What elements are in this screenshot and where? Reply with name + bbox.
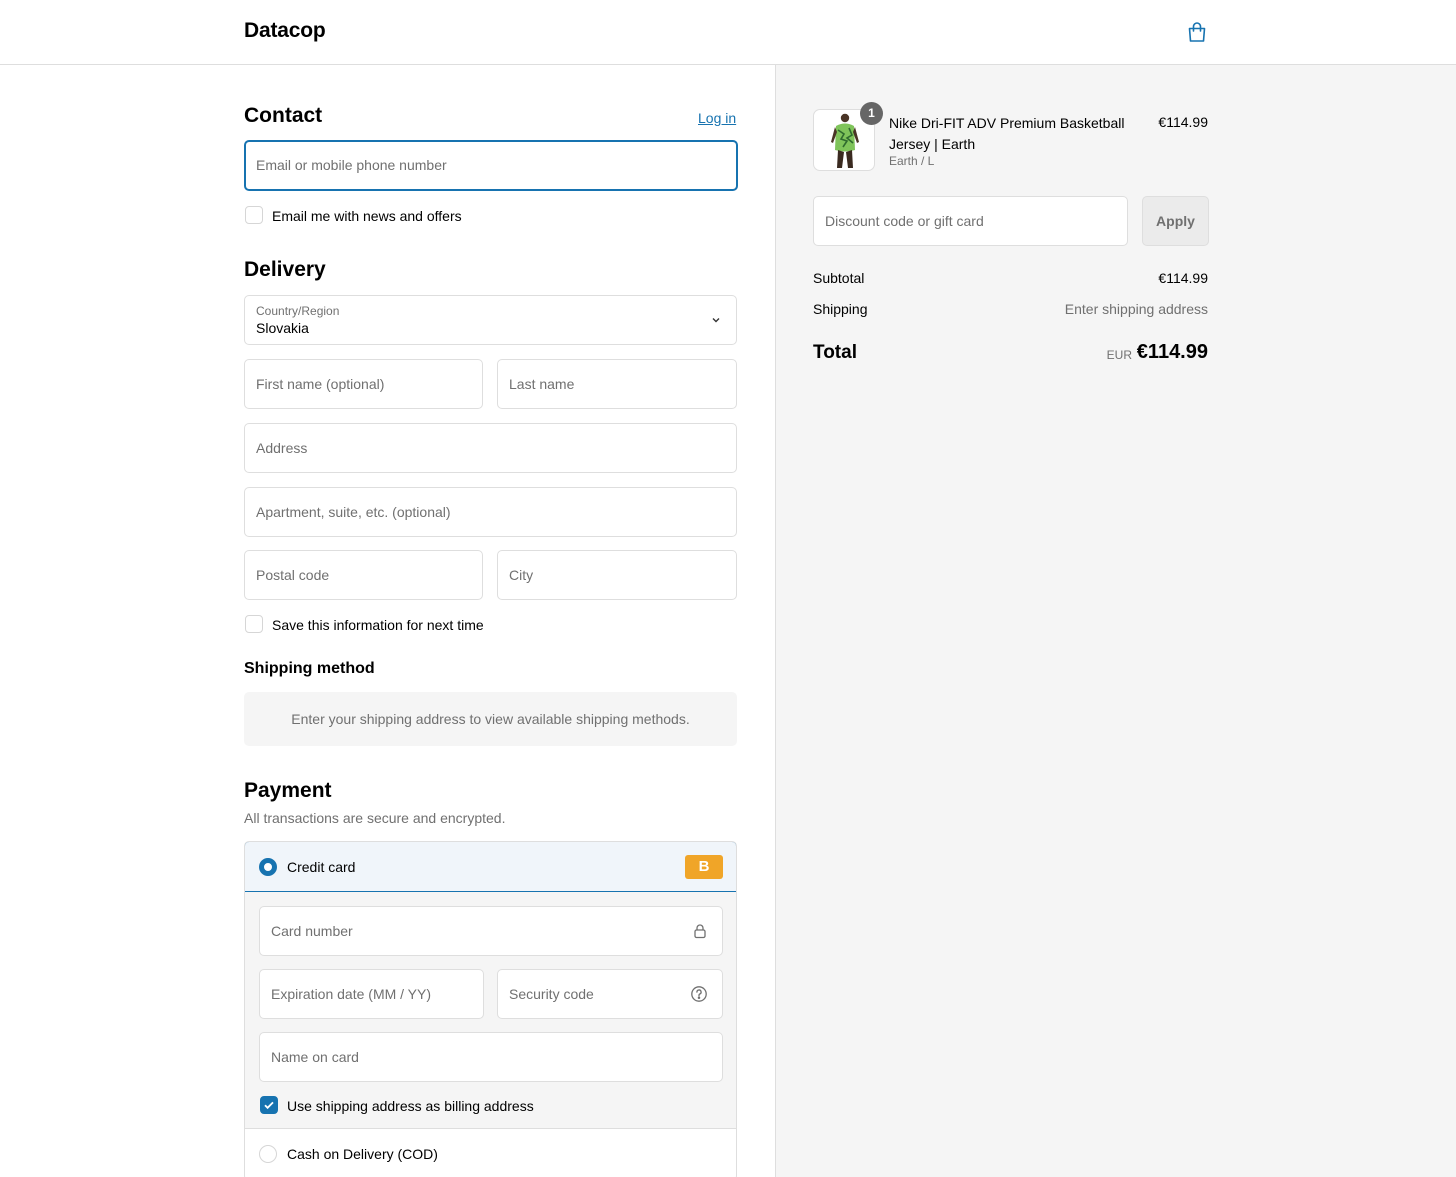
newsletter-label: Email me with news and offers	[272, 208, 462, 224]
first-name-field[interactable]: First name (optional)	[244, 359, 483, 409]
billing-same-label: Use shipping address as billing address	[287, 1098, 534, 1114]
total-currency: EUR	[1106, 348, 1132, 362]
help-icon[interactable]	[690, 985, 708, 1003]
quantity-badge: 1	[860, 102, 883, 125]
subtotal-value: €114.99	[1158, 270, 1208, 286]
last-name-placeholder: Last name	[509, 376, 575, 392]
postal-code-field[interactable]: Postal code	[244, 550, 483, 600]
billing-same-checkbox[interactable]	[260, 1096, 278, 1114]
site-header: Datacop	[0, 0, 1456, 65]
shopping-bag-icon[interactable]	[1185, 20, 1209, 44]
city-field[interactable]: City	[497, 550, 737, 600]
first-name-placeholder: First name (optional)	[256, 376, 385, 392]
email-field[interactable]: Email or mobile phone number	[244, 140, 738, 191]
subtotal-label: Subtotal	[813, 270, 865, 286]
credit-card-option[interactable]: Credit card B	[245, 842, 736, 892]
total-label: Total	[813, 342, 857, 363]
shipping-method-notice: Enter your shipping address to view avai…	[244, 692, 737, 746]
apartment-field[interactable]: Apartment, suite, etc. (optional)	[244, 487, 737, 537]
newsletter-checkbox[interactable]	[245, 206, 263, 224]
security-code-field[interactable]: Security code	[497, 969, 723, 1019]
cod-label[interactable]: Cash on Delivery (COD)	[287, 1146, 438, 1162]
payment-methods: Credit card B Card number Expiration dat…	[244, 841, 737, 1177]
credit-card-form: Card number Expiration date (MM / YY) Se…	[245, 892, 736, 1129]
credit-card-label: Credit card	[287, 859, 356, 875]
card-number-placeholder: Card number	[271, 923, 353, 939]
save-info-label: Save this information for next time	[272, 617, 484, 633]
contact-heading: Contact	[244, 104, 323, 127]
name-on-card-field[interactable]: Name on card	[259, 1032, 723, 1082]
login-link[interactable]: Log in	[698, 110, 736, 126]
checkmark-icon	[264, 1101, 274, 1110]
apply-discount-button[interactable]: Apply	[1142, 196, 1209, 246]
card-number-field[interactable]: Card number	[259, 906, 723, 956]
payment-subtitle: All transactions are secure and encrypte…	[244, 810, 506, 826]
expiration-date-placeholder: Expiration date (MM / YY)	[271, 986, 432, 1002]
shipping-method-notice-text: Enter your shipping address to view avai…	[291, 711, 690, 727]
delivery-heading: Delivery	[244, 258, 326, 281]
product-name: Nike Dri-FIT ADV Premium Basketball Jers…	[889, 115, 1125, 152]
address-field[interactable]: Address	[244, 423, 737, 473]
city-placeholder: City	[509, 567, 534, 583]
cod-radio[interactable]	[259, 1145, 277, 1163]
country-label: Country/Region	[256, 304, 340, 318]
country-select[interactable]: Country/Region Slovakia	[244, 295, 737, 345]
country-value: Slovakia	[256, 320, 309, 336]
expiration-date-field[interactable]: Expiration date (MM / YY)	[259, 969, 484, 1019]
brand-logo[interactable]: Datacop	[244, 19, 326, 43]
total-value: €114.99	[1136, 341, 1208, 363]
save-info-checkbox[interactable]	[245, 615, 263, 633]
shipping-label: Shipping	[813, 301, 868, 317]
discount-code-placeholder: Discount code or gift card	[825, 213, 984, 229]
shipping-method-heading: Shipping method	[244, 660, 375, 677]
postal-code-placeholder: Postal code	[256, 567, 330, 583]
discount-code-field[interactable]: Discount code or gift card	[813, 196, 1128, 246]
product-price: €114.99	[1158, 114, 1208, 130]
email-placeholder: Email or mobile phone number	[256, 157, 447, 173]
name-on-card-placeholder: Name on card	[271, 1049, 359, 1065]
credit-card-radio[interactable]	[259, 858, 277, 876]
lock-icon	[694, 924, 706, 939]
shipping-value: Enter shipping address	[1064, 301, 1208, 317]
chevron-down-icon	[712, 318, 720, 323]
jersey-image	[831, 113, 859, 168]
apartment-placeholder: Apartment, suite, etc. (optional)	[256, 504, 451, 520]
address-placeholder: Address	[256, 440, 308, 456]
payment-heading: Payment	[244, 779, 332, 802]
security-code-placeholder: Security code	[509, 986, 594, 1002]
product-variant: Earth / L	[889, 154, 935, 168]
last-name-field[interactable]: Last name	[497, 359, 737, 409]
card-brand-badge: B	[685, 855, 723, 879]
